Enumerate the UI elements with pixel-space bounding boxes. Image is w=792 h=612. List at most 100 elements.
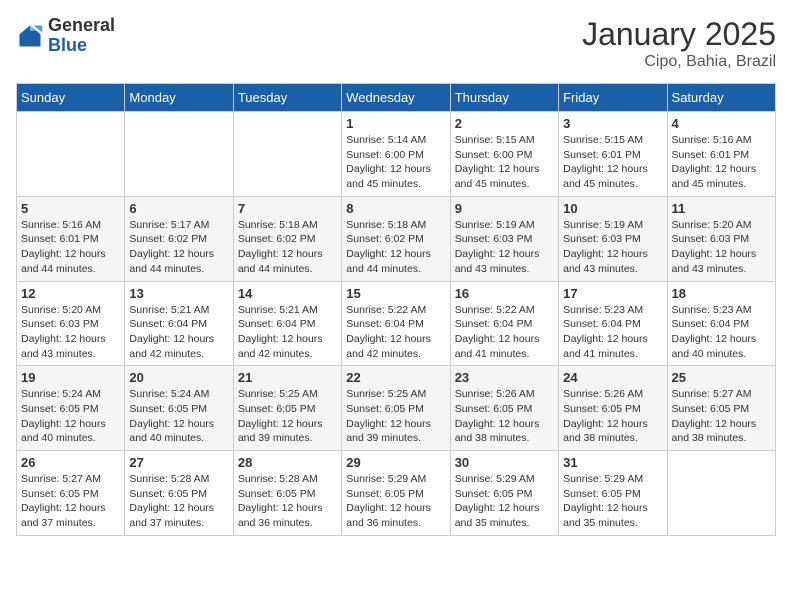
day-number: 16 bbox=[455, 286, 554, 301]
day-cell: 29 Sunrise: 5:29 AM Sunset: 6:05 PM Dayli… bbox=[342, 451, 450, 536]
day-info: Sunrise: 5:20 AM Sunset: 6:03 PM Dayligh… bbox=[21, 303, 120, 362]
day-cell: 14 Sunrise: 5:21 AM Sunset: 6:04 PM Dayli… bbox=[233, 281, 341, 366]
logo-icon bbox=[16, 22, 44, 50]
day-number: 9 bbox=[455, 201, 554, 216]
day-info: Sunrise: 5:28 AM Sunset: 6:05 PM Dayligh… bbox=[238, 472, 337, 531]
day-number: 29 bbox=[346, 455, 445, 470]
day-cell: 11Sunrise: 5:20 AM Sunset: 6:03 PM Dayli… bbox=[667, 196, 775, 281]
day-number: 8 bbox=[346, 201, 445, 216]
day-cell: 22Sunrise: 5:25 AM Sunset: 6:05 PM Dayli… bbox=[342, 366, 450, 451]
day-cell: 1 Sunrise: 5:14 AM Sunset: 6:00 PM Daylig… bbox=[342, 112, 450, 197]
day-number: 12 bbox=[21, 286, 120, 301]
day-number: 22 bbox=[346, 370, 445, 385]
calendar-title: January 2025 bbox=[582, 16, 776, 53]
weekday-header-sunday: Sunday bbox=[17, 84, 125, 112]
day-number: 30 bbox=[455, 455, 554, 470]
day-info: Sunrise: 5:23 AM Sunset: 6:04 PM Dayligh… bbox=[563, 303, 662, 362]
day-number: 31 bbox=[563, 455, 662, 470]
day-info: Sunrise: 5:24 AM Sunset: 6:05 PM Dayligh… bbox=[21, 387, 120, 446]
day-info: Sunrise: 5:18 AM Sunset: 6:02 PM Dayligh… bbox=[238, 218, 337, 277]
day-cell: 3 Sunrise: 5:15 AM Sunset: 6:01 PM Daylig… bbox=[559, 112, 667, 197]
day-cell: 18 Sunrise: 5:23 AM Sunset: 6:04 PM Dayli… bbox=[667, 281, 775, 366]
weekday-header-monday: Monday bbox=[125, 84, 233, 112]
day-number: 23 bbox=[455, 370, 554, 385]
day-info: Sunrise: 5:23 AM Sunset: 6:04 PM Dayligh… bbox=[672, 303, 771, 362]
day-number: 25 bbox=[672, 370, 771, 385]
day-info: Sunrise: 5:15 AM Sunset: 6:00 PM Dayligh… bbox=[455, 133, 554, 192]
day-number: 21 bbox=[238, 370, 337, 385]
day-cell: 19 Sunrise: 5:24 AM Sunset: 6:05 PM Dayli… bbox=[17, 366, 125, 451]
weekday-header-thursday: Thursday bbox=[450, 84, 558, 112]
day-info: Sunrise: 5:24 AM Sunset: 6:05 PM Dayligh… bbox=[129, 387, 228, 446]
day-cell bbox=[233, 112, 341, 197]
day-info: Sunrise: 5:29 AM Sunset: 6:05 PM Dayligh… bbox=[455, 472, 554, 531]
day-cell: 23 Sunrise: 5:26 AM Sunset: 6:05 PM Dayli… bbox=[450, 366, 558, 451]
logo: General Blue bbox=[16, 16, 115, 56]
week-row-5: 26Sunrise: 5:27 AM Sunset: 6:05 PM Dayli… bbox=[17, 451, 776, 536]
day-cell bbox=[667, 451, 775, 536]
day-number: 14 bbox=[238, 286, 337, 301]
logo-text: General Blue bbox=[48, 16, 115, 56]
day-info: Sunrise: 5:19 AM Sunset: 6:03 PM Dayligh… bbox=[563, 218, 662, 277]
day-cell: 10Sunrise: 5:19 AM Sunset: 6:03 PM Dayli… bbox=[559, 196, 667, 281]
day-number: 15 bbox=[346, 286, 445, 301]
day-cell: 26Sunrise: 5:27 AM Sunset: 6:05 PM Dayli… bbox=[17, 451, 125, 536]
day-number: 17 bbox=[563, 286, 662, 301]
day-info: Sunrise: 5:17 AM Sunset: 6:02 PM Dayligh… bbox=[129, 218, 228, 277]
day-info: Sunrise: 5:25 AM Sunset: 6:05 PM Dayligh… bbox=[238, 387, 337, 446]
day-number: 13 bbox=[129, 286, 228, 301]
weekday-header-friday: Friday bbox=[559, 84, 667, 112]
weekday-header-row: SundayMondayTuesdayWednesdayThursdayFrid… bbox=[17, 84, 776, 112]
weekday-header-saturday: Saturday bbox=[667, 84, 775, 112]
day-info: Sunrise: 5:27 AM Sunset: 6:05 PM Dayligh… bbox=[21, 472, 120, 531]
day-cell: 2 Sunrise: 5:15 AM Sunset: 6:00 PM Daylig… bbox=[450, 112, 558, 197]
logo-general: General bbox=[48, 16, 115, 36]
day-number: 19 bbox=[21, 370, 120, 385]
day-cell: 12 Sunrise: 5:20 AM Sunset: 6:03 PM Dayli… bbox=[17, 281, 125, 366]
day-info: Sunrise: 5:22 AM Sunset: 6:04 PM Dayligh… bbox=[346, 303, 445, 362]
day-number: 1 bbox=[346, 116, 445, 131]
day-number: 27 bbox=[129, 455, 228, 470]
day-cell: 28 Sunrise: 5:28 AM Sunset: 6:05 PM Dayli… bbox=[233, 451, 341, 536]
day-cell: 31 Sunrise: 5:29 AM Sunset: 6:05 PM Dayli… bbox=[559, 451, 667, 536]
day-cell bbox=[17, 112, 125, 197]
day-number: 28 bbox=[238, 455, 337, 470]
day-info: Sunrise: 5:22 AM Sunset: 6:04 PM Dayligh… bbox=[455, 303, 554, 362]
day-cell: 27 Sunrise: 5:28 AM Sunset: 6:05 PM Dayli… bbox=[125, 451, 233, 536]
day-info: Sunrise: 5:14 AM Sunset: 6:00 PM Dayligh… bbox=[346, 133, 445, 192]
day-info: Sunrise: 5:29 AM Sunset: 6:05 PM Dayligh… bbox=[346, 472, 445, 531]
day-number: 4 bbox=[672, 116, 771, 131]
day-info: Sunrise: 5:26 AM Sunset: 6:05 PM Dayligh… bbox=[455, 387, 554, 446]
day-info: Sunrise: 5:15 AM Sunset: 6:01 PM Dayligh… bbox=[563, 133, 662, 192]
day-cell: 20 Sunrise: 5:24 AM Sunset: 6:05 PM Dayli… bbox=[125, 366, 233, 451]
day-cell: 15 Sunrise: 5:22 AM Sunset: 6:04 PM Dayli… bbox=[342, 281, 450, 366]
day-info: Sunrise: 5:21 AM Sunset: 6:04 PM Dayligh… bbox=[129, 303, 228, 362]
day-info: Sunrise: 5:29 AM Sunset: 6:05 PM Dayligh… bbox=[563, 472, 662, 531]
calendar-table: SundayMondayTuesdayWednesdayThursdayFrid… bbox=[16, 83, 776, 536]
day-cell: 9 Sunrise: 5:19 AM Sunset: 6:03 PM Daylig… bbox=[450, 196, 558, 281]
day-cell: 24Sunrise: 5:26 AM Sunset: 6:05 PM Dayli… bbox=[559, 366, 667, 451]
day-cell: 21 Sunrise: 5:25 AM Sunset: 6:05 PM Dayli… bbox=[233, 366, 341, 451]
day-number: 7 bbox=[238, 201, 337, 216]
day-cell: 30 Sunrise: 5:29 AM Sunset: 6:05 PM Dayli… bbox=[450, 451, 558, 536]
day-cell: 13 Sunrise: 5:21 AM Sunset: 6:04 PM Dayli… bbox=[125, 281, 233, 366]
day-cell: 25Sunrise: 5:27 AM Sunset: 6:05 PM Dayli… bbox=[667, 366, 775, 451]
day-number: 11 bbox=[672, 201, 771, 216]
day-info: Sunrise: 5:28 AM Sunset: 6:05 PM Dayligh… bbox=[129, 472, 228, 531]
day-number: 20 bbox=[129, 370, 228, 385]
weekday-header-tuesday: Tuesday bbox=[233, 84, 341, 112]
page-header: General Blue January 2025 Cipo, Bahia, B… bbox=[16, 16, 776, 71]
day-info: Sunrise: 5:19 AM Sunset: 6:03 PM Dayligh… bbox=[455, 218, 554, 277]
day-number: 2 bbox=[455, 116, 554, 131]
day-cell: 8Sunrise: 5:18 AM Sunset: 6:02 PM Daylig… bbox=[342, 196, 450, 281]
week-row-1: 1 Sunrise: 5:14 AM Sunset: 6:00 PM Daylig… bbox=[17, 112, 776, 197]
day-number: 18 bbox=[672, 286, 771, 301]
day-number: 5 bbox=[21, 201, 120, 216]
day-cell: 16 Sunrise: 5:22 AM Sunset: 6:04 PM Dayli… bbox=[450, 281, 558, 366]
day-info: Sunrise: 5:26 AM Sunset: 6:05 PM Dayligh… bbox=[563, 387, 662, 446]
week-row-4: 19 Sunrise: 5:24 AM Sunset: 6:05 PM Dayli… bbox=[17, 366, 776, 451]
day-cell: 17 Sunrise: 5:23 AM Sunset: 6:04 PM Dayli… bbox=[559, 281, 667, 366]
week-row-2: 5Sunrise: 5:16 AM Sunset: 6:01 PM Daylig… bbox=[17, 196, 776, 281]
day-number: 3 bbox=[563, 116, 662, 131]
day-info: Sunrise: 5:21 AM Sunset: 6:04 PM Dayligh… bbox=[238, 303, 337, 362]
